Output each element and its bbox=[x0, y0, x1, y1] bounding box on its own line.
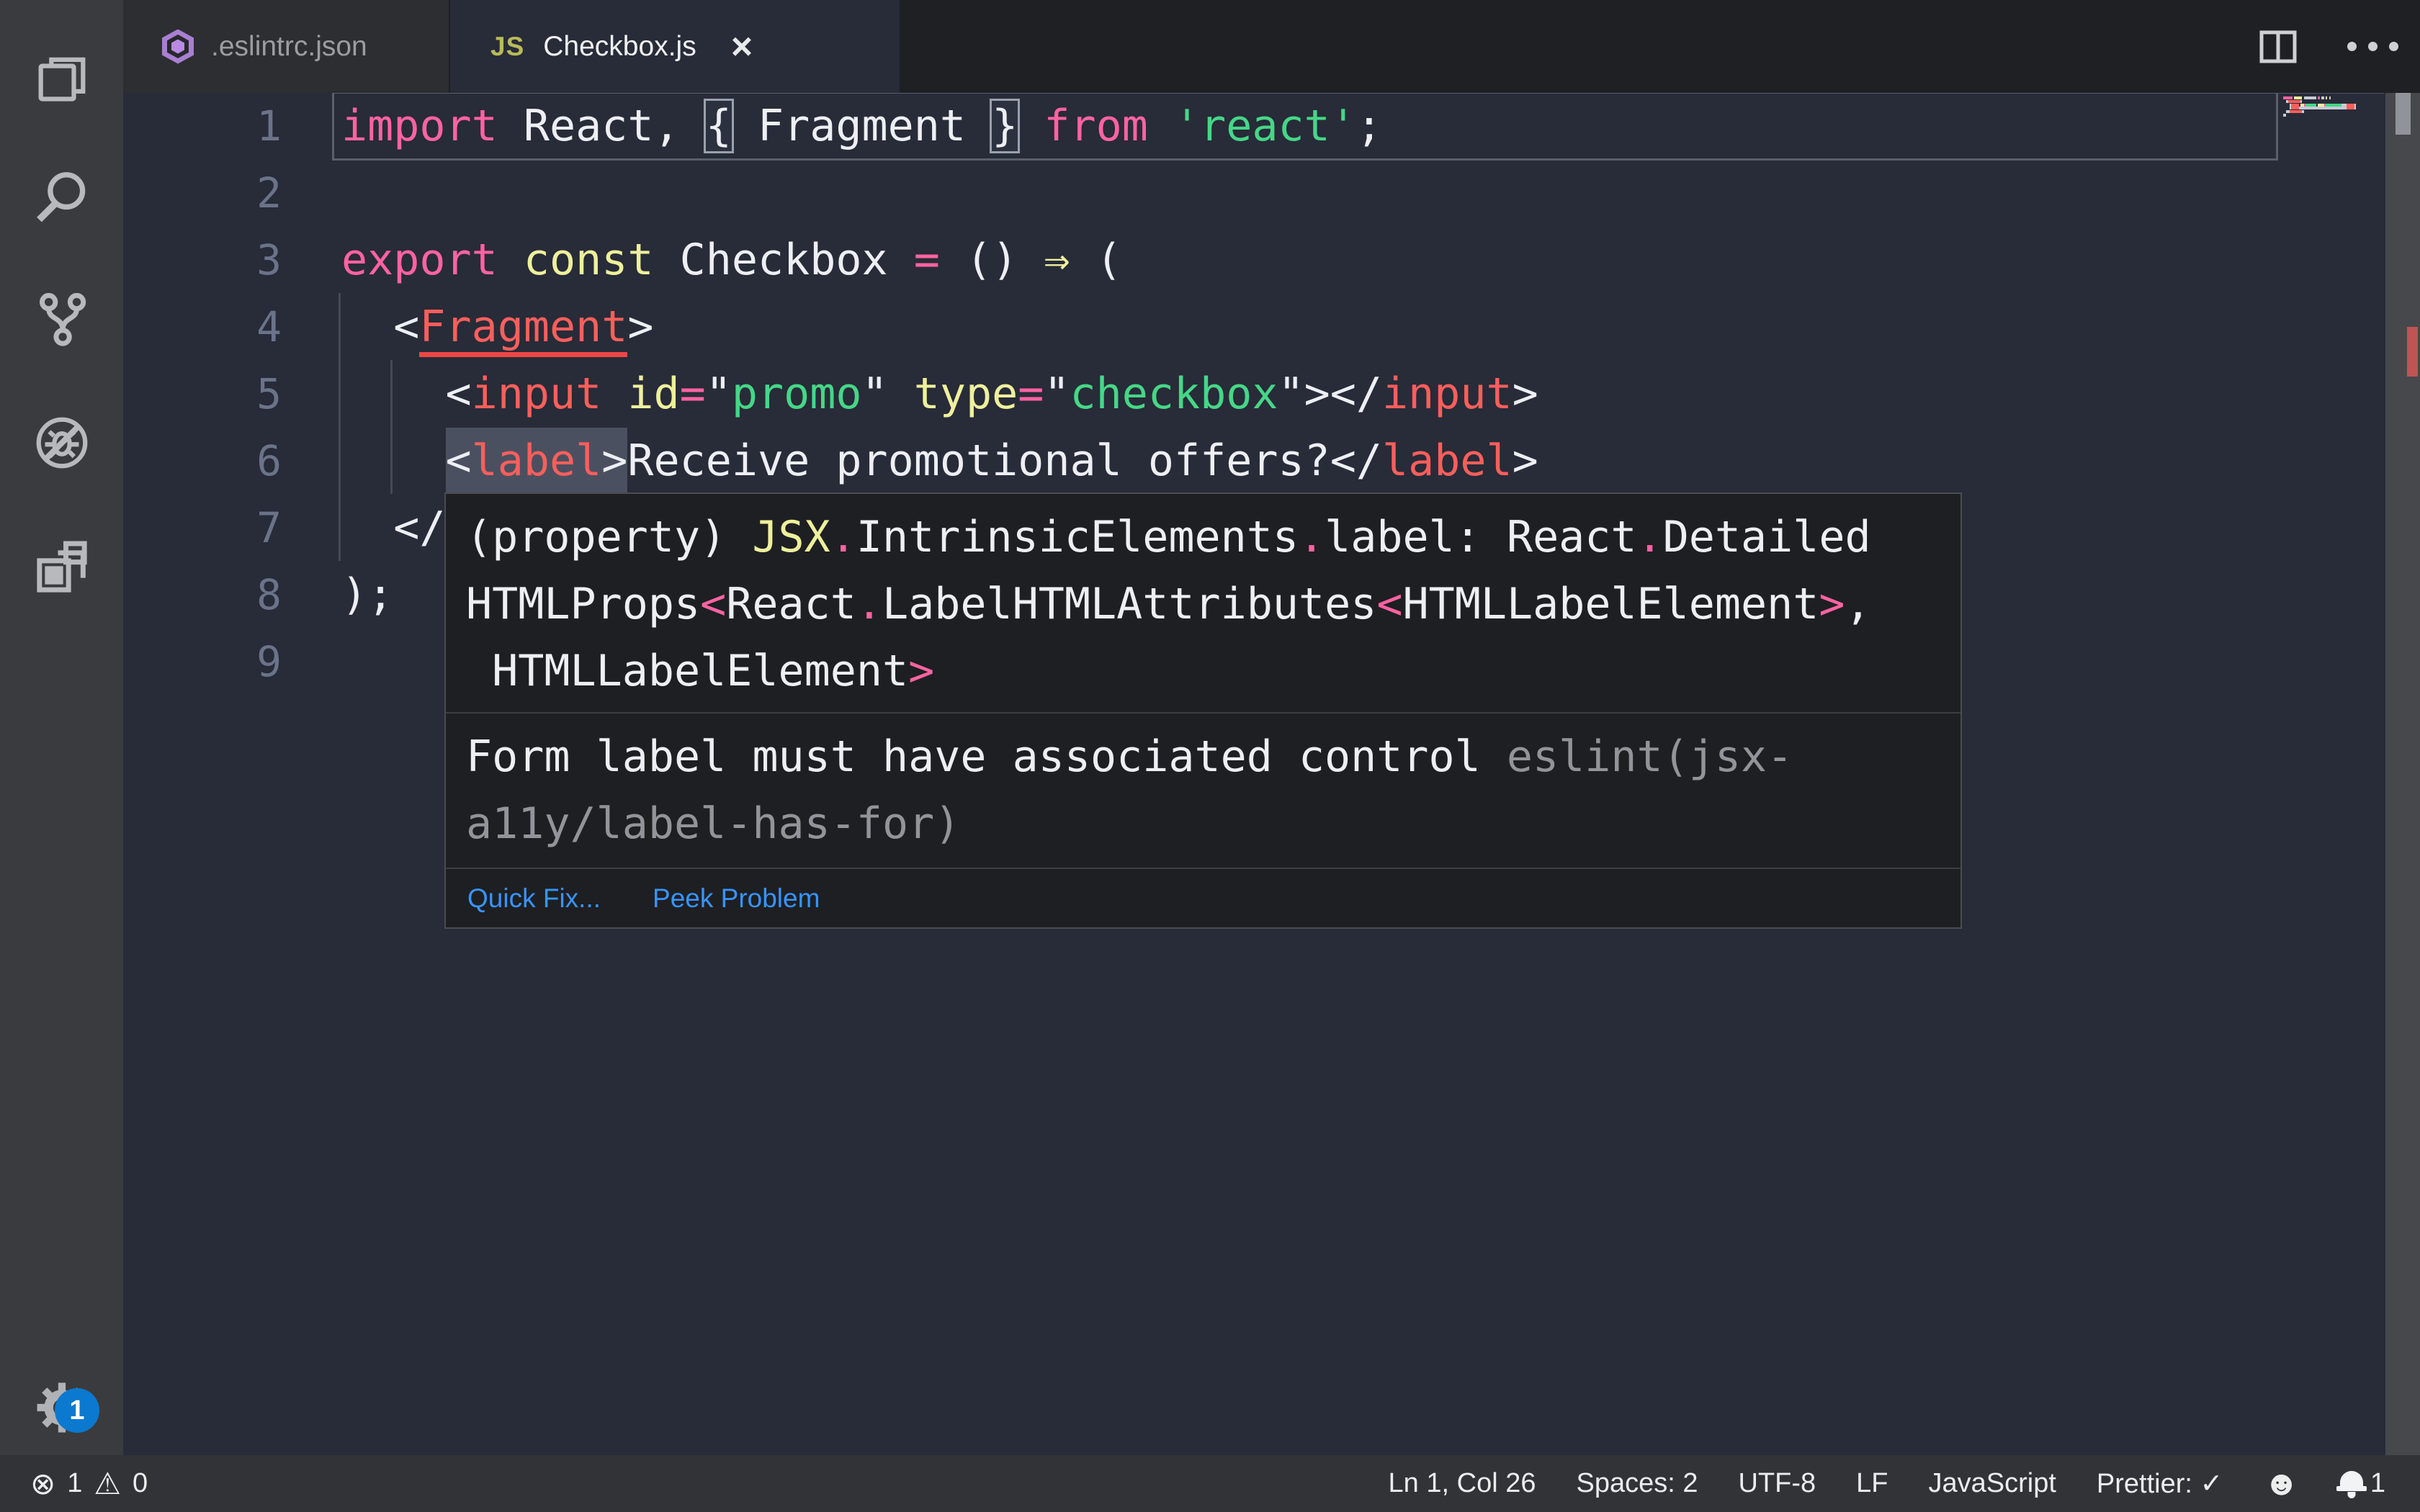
warning-icon: ⚠ bbox=[94, 1467, 121, 1500]
more-actions-icon[interactable] bbox=[2347, 42, 2398, 51]
minimap-line bbox=[2283, 99, 2303, 103]
line-number: 4 bbox=[256, 302, 282, 351]
line-number: 5 bbox=[256, 369, 282, 418]
activity-item-explorer[interactable] bbox=[0, 29, 123, 130]
code-line-text: import React, { Fragment } from 'react'; bbox=[341, 99, 1382, 153]
overview-ruler[interactable] bbox=[2385, 87, 2420, 1455]
activity-item-source-control[interactable] bbox=[0, 269, 123, 369]
quick-fix-link[interactable]: Quick Fix... bbox=[467, 883, 601, 914]
code-line[interactable]: 5 <input id="promo" type="checkbox"></in… bbox=[123, 361, 2278, 428]
eslint-icon bbox=[162, 29, 194, 64]
language-mode[interactable]: JavaScript bbox=[1928, 1468, 2056, 1499]
hover-tooltip: (property) JSX.IntrinsicElements.label: … bbox=[444, 492, 1962, 929]
notification-count: 1 bbox=[2370, 1468, 2385, 1498]
line-number: 6 bbox=[256, 436, 282, 485]
scrollbar-slider[interactable] bbox=[2396, 87, 2411, 135]
tooltip-signature: (property) JSX.IntrinsicElements.label: … bbox=[446, 494, 1960, 712]
minimap-line bbox=[2283, 107, 2357, 110]
code-line-text: ); bbox=[341, 570, 394, 620]
line-number: 1 bbox=[256, 102, 282, 150]
code-line-text: <label> Receive promotional offers?</labe… bbox=[341, 428, 1538, 503]
peek-problem-link[interactable]: Peek Problem bbox=[653, 883, 820, 914]
bell-icon bbox=[2336, 1470, 2367, 1491]
extensions-icon bbox=[36, 541, 87, 593]
encoding[interactable]: UTF-8 bbox=[1738, 1468, 1816, 1499]
tooltip-message-line: Form label must have associated control … bbox=[466, 732, 1793, 782]
error-marker bbox=[2407, 327, 2418, 377]
error-count: 1 bbox=[67, 1468, 83, 1498]
code-line-text: export const Checkbox = () ⇒ ( bbox=[341, 235, 1122, 285]
feedback-smiley-icon[interactable]: ☻ bbox=[2263, 1466, 2300, 1501]
minimap[interactable] bbox=[2278, 89, 2385, 1455]
line-number: 8 bbox=[256, 570, 282, 619]
error-icon: ⊗ bbox=[30, 1467, 56, 1500]
highlighted-word: <label> bbox=[445, 428, 628, 503]
eol-sequence[interactable]: LF bbox=[1856, 1468, 1888, 1499]
code-line[interactable]: 6 <label> Receive promotional offers?</la… bbox=[123, 428, 2278, 503]
minimap-line bbox=[2283, 109, 2304, 113]
prettier-status[interactable]: Prettier: ✓ bbox=[2097, 1467, 2223, 1500]
line-number: 2 bbox=[256, 168, 282, 217]
tab-eslintrc-json[interactable]: .eslintrc.json bbox=[123, 0, 449, 93]
line-number: 3 bbox=[256, 235, 282, 284]
code-line[interactable]: 3 export const Checkbox = () ⇒ ( bbox=[123, 227, 2278, 294]
status-bar: ⊗ 1 ⚠ 0 Ln 1, Col 26 Spaces: 2 UTF-8 LF … bbox=[0, 1455, 2420, 1512]
code-line-text: <input id="promo" type="checkbox"></inpu… bbox=[341, 369, 1538, 419]
split-editor-icon[interactable] bbox=[2259, 30, 2297, 63]
code-line[interactable]: 2 bbox=[123, 160, 2278, 227]
activity-bar: 1 bbox=[0, 0, 123, 1455]
status-right: Ln 1, Col 26 Spaces: 2 UTF-8 LF JavaScri… bbox=[1389, 1466, 2385, 1501]
tab-label: Checkbox.js bbox=[543, 30, 696, 62]
tooltip-signature-line: (property) JSX.IntrinsicElements.label: … bbox=[466, 512, 1871, 562]
code-line-text: <Fragment> bbox=[341, 294, 653, 361]
indentation[interactable]: Spaces: 2 bbox=[1576, 1468, 1698, 1499]
line-number: 7 bbox=[256, 503, 282, 552]
tab-label: .eslintrc.json bbox=[211, 30, 367, 62]
notifications-bell[interactable]: 1 bbox=[2336, 1468, 2385, 1499]
settings-badge: 1 bbox=[55, 1388, 99, 1433]
code-line[interactable]: 1 import React, { Fragment } from 'react'… bbox=[123, 93, 2278, 160]
tab-bar: .eslintrc.json JS Checkbox.js × bbox=[123, 0, 2420, 93]
files-icon bbox=[38, 57, 85, 102]
tooltip-message-line: a11y/label-has-for) bbox=[466, 798, 961, 849]
minimap-line bbox=[2283, 96, 2331, 100]
line-number: 9 bbox=[256, 637, 282, 686]
close-tab-icon[interactable]: × bbox=[731, 28, 753, 66]
tooltip-signature-line: HTMLLabelElement> bbox=[466, 646, 935, 696]
activity-item-search[interactable] bbox=[0, 148, 123, 248]
minimap-line bbox=[2283, 113, 2287, 117]
debug-disabled-icon bbox=[36, 417, 87, 469]
tooltip-diagnostic-message: Form label must have associated control … bbox=[446, 714, 1960, 868]
tab-checkbox-js[interactable]: JS Checkbox.js × bbox=[450, 0, 900, 93]
code-line[interactable]: 4 <Fragment> bbox=[123, 294, 2278, 361]
warning-count: 0 bbox=[133, 1468, 148, 1498]
activity-item-extensions[interactable] bbox=[0, 517, 123, 618]
js-file-icon: JS bbox=[490, 31, 525, 61]
search-icon bbox=[36, 172, 85, 222]
minimap-line bbox=[2283, 103, 2357, 107]
editor-actions bbox=[2259, 0, 2398, 93]
problems-status[interactable]: ⊗ 1 ⚠ 0 bbox=[30, 1466, 148, 1501]
cursor-position[interactable]: Ln 1, Col 26 bbox=[1389, 1468, 1536, 1499]
tooltip-signature-line: HTMLProps<React.LabelHTMLAttributes<HTML… bbox=[466, 579, 1871, 629]
activity-item-debug-disabled[interactable] bbox=[0, 392, 123, 493]
tooltip-actions: Quick Fix... Peek Problem bbox=[446, 869, 1960, 927]
editor[interactable]: 1 import React, { Fragment } from 'react'… bbox=[123, 87, 2420, 1455]
git-branch-icon bbox=[39, 292, 86, 346]
